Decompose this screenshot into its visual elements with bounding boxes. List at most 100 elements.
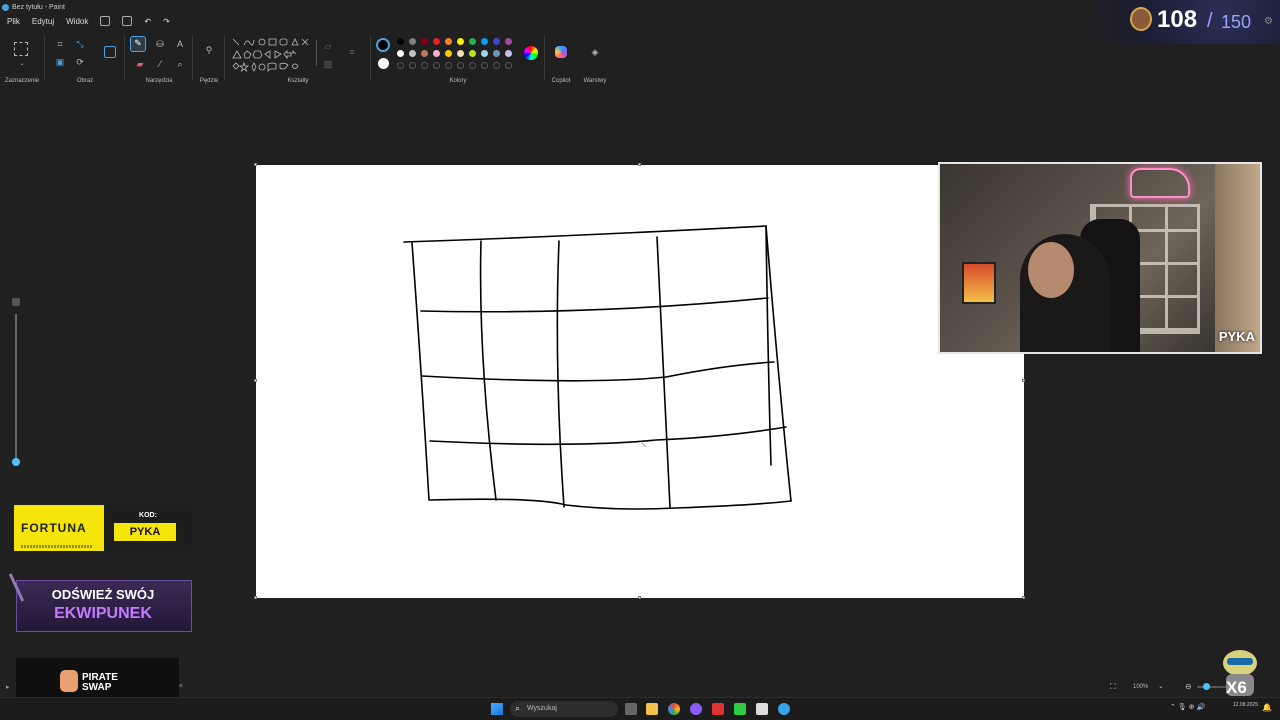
brush-size-slider[interactable] bbox=[10, 296, 22, 466]
save-icon[interactable] bbox=[100, 16, 111, 26]
app-icon[interactable] bbox=[690, 703, 702, 715]
color-swatch[interactable] bbox=[505, 50, 512, 57]
primary-color-swatch[interactable] bbox=[376, 38, 390, 52]
zoom-level[interactable]: 100% bbox=[1133, 684, 1148, 690]
menu-file[interactable]: Plik bbox=[7, 17, 20, 26]
resize-icon[interactable]: ⤡ bbox=[74, 38, 86, 50]
color-swatch[interactable] bbox=[505, 38, 512, 45]
canvas-resize-handle[interactable] bbox=[638, 163, 641, 166]
magnifier-icon[interactable]: ⌕ bbox=[174, 58, 186, 70]
slider-track[interactable] bbox=[15, 314, 17, 459]
custom-color-slot[interactable] bbox=[445, 62, 452, 69]
clock[interactable]: 12.08.2025 bbox=[1228, 702, 1258, 709]
brush-icon[interactable]: ⚲ bbox=[203, 44, 215, 56]
zoom-slider-knob[interactable] bbox=[1203, 683, 1210, 690]
color-swatch[interactable] bbox=[457, 38, 464, 45]
canvas-resize-handle[interactable] bbox=[638, 596, 641, 599]
task-view-icon[interactable] bbox=[625, 703, 637, 715]
canvas-resize-handle[interactable] bbox=[254, 379, 257, 382]
close-icon[interactable]: × bbox=[179, 683, 183, 690]
custom-color-slot[interactable] bbox=[481, 62, 488, 69]
select-rectangle-icon[interactable] bbox=[14, 42, 28, 56]
share-icon[interactable] bbox=[122, 16, 133, 26]
color-swatch[interactable] bbox=[409, 38, 416, 45]
shapes-gallery-icon[interactable] bbox=[232, 38, 314, 72]
color-picker-icon[interactable]: ⁄ bbox=[154, 58, 166, 70]
app-icon[interactable] bbox=[756, 703, 768, 715]
fill-icon[interactable]: ▧ bbox=[322, 58, 334, 70]
custom-color-slot[interactable] bbox=[433, 62, 440, 69]
fortuna-brand: FORTUNA bbox=[14, 505, 104, 551]
color-swatch[interactable] bbox=[445, 50, 452, 57]
layers-icon[interactable]: ◈ bbox=[589, 46, 601, 58]
color-swatch[interactable] bbox=[493, 38, 500, 45]
color-swatch[interactable] bbox=[457, 50, 464, 57]
color-swatch[interactable] bbox=[433, 50, 440, 57]
outline-icon[interactable]: ▱ bbox=[322, 40, 334, 52]
notification-icon[interactable]: 🔔 bbox=[1262, 703, 1272, 712]
file-explorer-icon[interactable] bbox=[646, 703, 658, 715]
pencil-icon[interactable]: ✎ bbox=[130, 36, 146, 52]
slider-knob[interactable] bbox=[12, 458, 20, 466]
color-swatch[interactable] bbox=[433, 38, 440, 45]
custom-color-slot[interactable] bbox=[493, 62, 500, 69]
group-label-brushes: Pędzle bbox=[199, 78, 219, 84]
window-title: Bez tytułu - Paint bbox=[12, 3, 65, 11]
webcam-overlay: PYKA bbox=[938, 162, 1262, 354]
color-swatch[interactable] bbox=[481, 38, 488, 45]
custom-color-slot[interactable] bbox=[421, 62, 428, 69]
color-swatch[interactable] bbox=[421, 38, 428, 45]
eraser-icon[interactable]: ▰ bbox=[134, 58, 146, 70]
canvas-resize-handle[interactable] bbox=[254, 163, 257, 166]
remove-background-icon[interactable]: ▣ bbox=[54, 56, 66, 68]
canvas-resize-handle[interactable] bbox=[1022, 596, 1025, 599]
rotate-icon[interactable]: ⟳ bbox=[74, 56, 86, 68]
color-swatch[interactable] bbox=[397, 38, 404, 45]
app-icon[interactable] bbox=[734, 703, 746, 715]
image-select-icon[interactable] bbox=[104, 46, 116, 58]
shape-size-icon[interactable]: ≡ bbox=[346, 46, 358, 58]
pirate-logo-icon bbox=[60, 670, 78, 692]
system-tray[interactable]: ⌃ 🎙 ⊕ 🔊 bbox=[1170, 703, 1205, 711]
custom-color-slot[interactable] bbox=[457, 62, 464, 69]
canvas-resize-handle[interactable] bbox=[1022, 379, 1025, 382]
color-swatch[interactable] bbox=[469, 50, 476, 57]
secondary-color-swatch[interactable] bbox=[378, 58, 389, 69]
undo-icon[interactable]: ↶ bbox=[144, 17, 151, 26]
fit-to-window-icon[interactable]: ⛶ bbox=[1110, 682, 1116, 692]
color-swatch[interactable] bbox=[409, 50, 416, 57]
copilot-icon[interactable] bbox=[555, 46, 567, 58]
color-swatch[interactable] bbox=[397, 50, 404, 57]
windows-start-icon[interactable] bbox=[491, 703, 503, 715]
color-swatch[interactable] bbox=[445, 38, 452, 45]
fortuna-fine-print bbox=[21, 545, 99, 548]
chrome-icon[interactable] bbox=[668, 703, 680, 715]
color-swatch[interactable] bbox=[421, 50, 428, 57]
menu-edit[interactable]: Edytuj bbox=[32, 17, 54, 26]
app-icon[interactable] bbox=[712, 703, 724, 715]
menu-view[interactable]: Widok bbox=[66, 17, 88, 26]
chevron-down-icon[interactable]: ⌄ bbox=[16, 58, 28, 70]
group-layers: ◈ Warstwy bbox=[580, 32, 610, 84]
custom-color-slot[interactable] bbox=[397, 62, 404, 69]
color-swatch[interactable] bbox=[493, 50, 500, 57]
taskbar-search[interactable]: ⌕ Wyszukaj bbox=[510, 701, 618, 717]
text-icon[interactable]: A bbox=[174, 38, 186, 50]
redo-icon[interactable]: ↷ bbox=[163, 17, 170, 26]
fill-bucket-icon[interactable]: ⛁ bbox=[154, 38, 166, 50]
shapes-scrollbar[interactable] bbox=[316, 40, 317, 66]
chevron-down-icon[interactable]: ⌄ bbox=[1158, 682, 1164, 690]
ribbon: ⌄ Zaznaczenie ⌗ ⤡ ▣ ⟳ Obraz ✎ ⛁ A ▰ ⁄ ⌕ … bbox=[0, 32, 620, 84]
crop-icon[interactable]: ⌗ bbox=[54, 38, 66, 50]
group-label-tools: Narzędzia bbox=[145, 78, 173, 84]
custom-color-slot[interactable] bbox=[469, 62, 476, 69]
color-swatch[interactable] bbox=[469, 38, 476, 45]
zoom-out-icon[interactable]: ⊖ bbox=[1185, 682, 1192, 691]
custom-color-slot[interactable] bbox=[409, 62, 416, 69]
custom-color-slot[interactable] bbox=[505, 62, 512, 69]
edit-colors-icon[interactable] bbox=[524, 46, 538, 60]
drawing-canvas[interactable] bbox=[256, 165, 1024, 598]
color-swatch[interactable] bbox=[481, 50, 488, 57]
canvas-resize-handle[interactable] bbox=[254, 596, 257, 599]
paint-taskbar-icon[interactable] bbox=[778, 703, 790, 715]
